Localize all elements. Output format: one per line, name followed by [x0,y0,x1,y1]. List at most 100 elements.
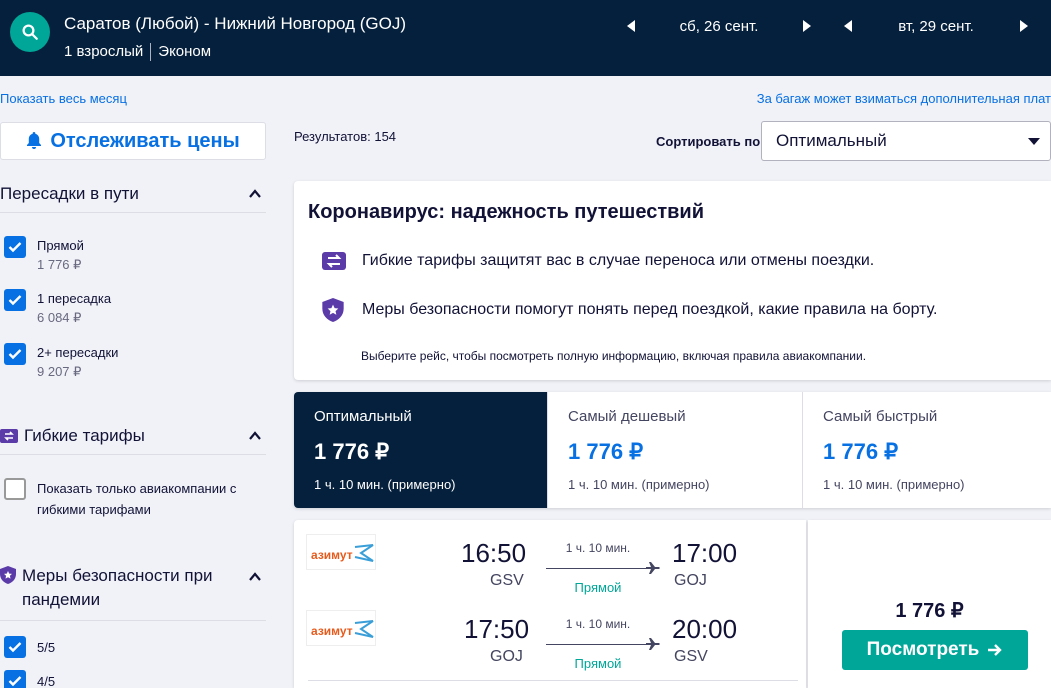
stops-option-two-plus[interactable]: 2+ пересадки 9 207 ₽ [4,343,118,381]
check-icon [8,642,22,653]
option-label: Показать только авиакомпании с гибкими т… [37,481,237,517]
depart-prev-button[interactable] [619,10,643,42]
plane-icon [646,638,660,650]
flex-filter: Гибкие тарифы [0,426,266,455]
view-flight-button[interactable]: Посмотреть [842,630,1028,670]
header: Саратов (Любой) - Нижний Новгород (GOJ) … [0,0,1051,76]
baggage-link[interactable]: За багаж может взиматься дополнительная … [757,91,1051,106]
tab-price: 1 776 ₽ [314,439,390,464]
option-label: 4/5 [37,674,56,688]
triangle-right-icon [1020,20,1028,32]
return-date-nav: вт, 29 сент. [836,10,1036,42]
route-title[interactable]: Саратов (Любой) - Нижний Новгород (GOJ) [64,14,406,34]
flight-price: 1 776 ₽ [895,600,964,622]
option-price: 6 084 ₽ [37,310,82,325]
checkbox-checked[interactable] [4,636,26,658]
flex-filter-title: Гибкие тарифы [24,426,145,445]
depart-date-nav: сб, 26 сент. [619,10,819,42]
price-panel: 1 776 ₽ Посмотреть [808,520,1051,688]
covid-title: Коронавирус: надежность путешествий [308,201,705,223]
departure-time: 16:50 [461,538,527,568]
view-flight-label: Посмотреть [866,639,980,660]
flexible-ticket-icon [0,429,18,443]
show-month-link[interactable]: Показать весь месяц [0,91,127,106]
covid-note: Выберите рейс, чтобы посмотреть полную и… [361,349,867,363]
arrival-airport: GOJ [674,572,707,589]
tab-price: 1 776 ₽ [823,439,899,464]
option-price: 9 207 ₽ [37,364,82,379]
tab-fastest[interactable]: Самый быстрый 1 776 ₽ 1 ч. 10 мин. (прим… [803,392,1051,508]
tab-label: Оптимальный [314,408,412,425]
trip-details[interactable]: 1 взрослый Эконом [64,43,211,61]
departure-time: 17:50 [464,614,530,644]
sort-value: Оптимальный [776,131,887,150]
covid-flex-text: Гибкие тарифы защитят вас в случае перен… [362,252,875,269]
shield-icon [0,566,16,584]
safety-filter-title: Меры безопасности при пандемии [22,566,213,609]
return-date[interactable]: вт, 29 сент. [860,18,1012,35]
chevron-up-icon [249,189,261,198]
checkbox-checked[interactable] [4,670,26,688]
stops-filter-title: Пересадки в пути [0,184,139,203]
return-next-button[interactable] [1012,10,1036,42]
search-icon [22,24,38,40]
option-label: 5/5 [37,640,56,655]
airline-logo-text: азимут [311,624,353,638]
sort-label: Сортировать по [656,134,761,149]
airline-logo-text: азимут [311,548,353,562]
checkbox-unchecked[interactable] [4,478,26,500]
option-price: 1 776 ₽ [37,257,82,272]
shield-icon [322,298,344,322]
sort-select[interactable]: Оптимальный [761,121,1051,161]
route-line [546,644,646,645]
tab-optimal[interactable]: Оптимальный 1 776 ₽ 1 ч. 10 мин. (пример… [294,392,548,508]
arrival-time: 17:00 [672,538,738,568]
divider [150,43,152,61]
passengers-label: 1 взрослый [64,43,144,60]
return-prev-button[interactable] [836,10,860,42]
safety-filter: Меры безопасности при пандемии [0,564,266,621]
checkbox-checked[interactable] [4,289,26,311]
checkbox-checked[interactable] [4,343,26,365]
flex-only-option[interactable]: Показать только авиакомпании с гибкими т… [4,478,247,520]
divider [308,680,798,681]
outbound-leg: азимут 16:50 GSV 1 ч. 10 мин. Прямой 17:… [294,534,806,614]
flexible-ticket-icon [322,252,346,270]
covid-safety-row: Меры безопасности помогут понять перед п… [322,298,937,322]
dropdown-arrow-icon [1028,138,1040,145]
stops-label: Прямой [574,580,622,595]
check-icon [8,242,22,253]
departure-airport: GSV [490,572,524,589]
arrival-time: 20:00 [672,614,738,644]
safety-filter-header[interactable]: Меры безопасности при пандемии [0,564,266,621]
results-count: Результатов: 154 [294,129,397,144]
safety-option-5[interactable]: 5/5 [4,636,55,658]
safety-option-4[interactable]: 4/5 [4,670,55,688]
triangle-left-icon [627,20,635,32]
stops-option-one[interactable]: 1 пересадка 6 084 ₽ [4,289,111,327]
flex-filter-header[interactable]: Гибкие тарифы [0,426,266,455]
option-label: 1 пересадка [37,291,112,306]
stops-label: Прямой [574,656,622,671]
airline-logo: азимут [306,610,376,646]
option-label: Прямой [37,238,84,253]
flight-duration: 1 ч. 10 мин. [565,541,631,555]
tab-price: 1 776 ₽ [568,439,644,464]
depart-date[interactable]: сб, 26 сент. [643,18,795,35]
check-icon [8,295,22,306]
checkbox-checked[interactable] [4,236,26,258]
bell-icon [27,132,42,149]
stops-option-direct[interactable]: Прямой 1 776 ₽ [4,236,84,274]
tab-label: Самый дешевый [568,408,686,425]
stops-filter-header[interactable]: Пересадки в пути [0,184,266,213]
arrival-airport: GSV [674,648,708,665]
arrow-right-icon [988,644,1003,656]
depart-next-button[interactable] [795,10,819,42]
search-button[interactable] [10,12,50,52]
covid-info-card: Коронавирус: надежность путешествий Гибк… [294,181,1051,380]
flight-result-card[interactable]: азимут 16:50 GSV 1 ч. 10 мин. Прямой 17:… [294,520,806,688]
track-prices-button[interactable]: Отслеживать цены [0,122,266,160]
tab-duration: 1 ч. 10 мин. (примерно) [823,477,965,492]
chevron-up-icon [249,431,261,440]
tab-cheapest[interactable]: Самый дешевый 1 776 ₽ 1 ч. 10 мин. (прим… [548,392,803,508]
